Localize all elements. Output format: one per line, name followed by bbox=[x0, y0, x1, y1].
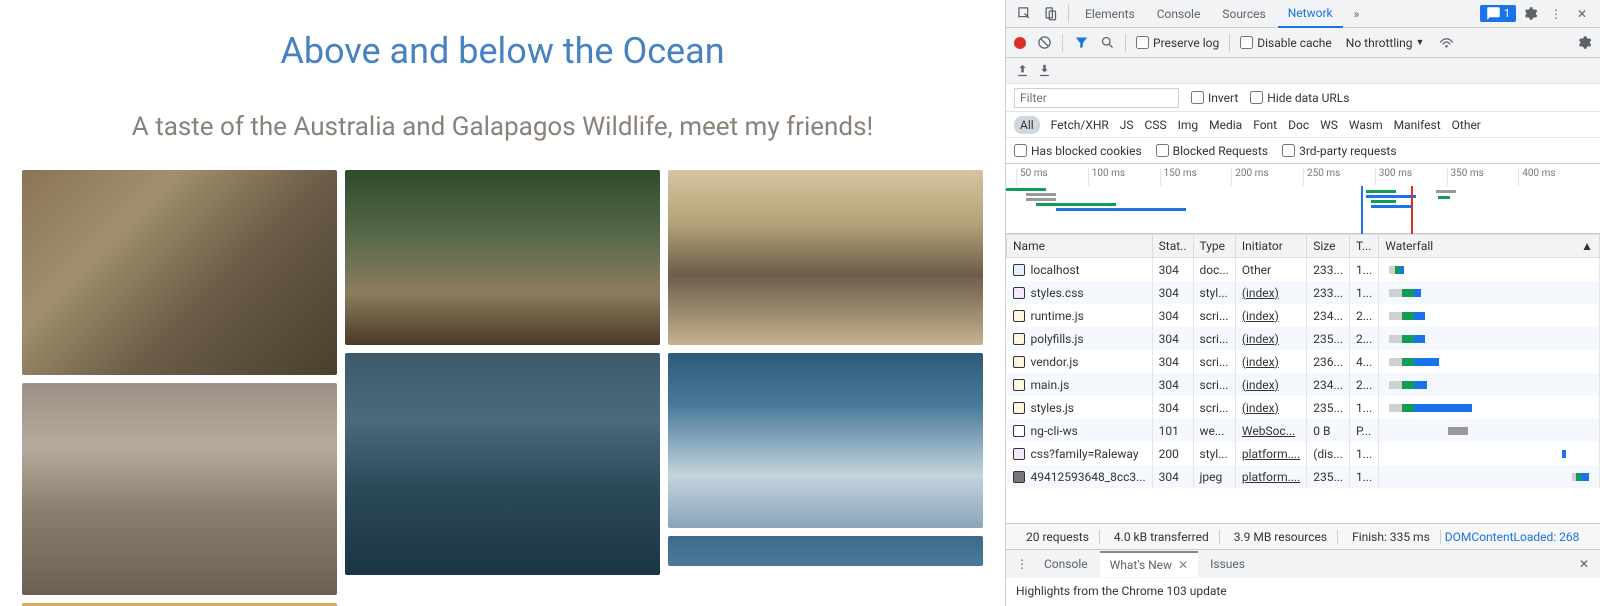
kebab-icon[interactable]: ⋮ bbox=[1544, 2, 1568, 26]
web-page: Above and below the Ocean A taste of the… bbox=[0, 0, 1005, 606]
image-gallery bbox=[22, 170, 983, 606]
network-row[interactable]: vendor.js 304 scri... (index) 236... 4..… bbox=[1007, 350, 1600, 373]
disable-cache-checkbox[interactable]: Disable cache bbox=[1240, 36, 1332, 50]
gallery-image[interactable] bbox=[345, 170, 660, 345]
type-filter-all[interactable]: All bbox=[1014, 116, 1040, 134]
network-row[interactable]: runtime.js 304 scri... (index) 234... 2.… bbox=[1007, 304, 1600, 327]
kebab-icon[interactable]: ⋮ bbox=[1012, 557, 1032, 571]
gallery-image[interactable] bbox=[22, 170, 337, 375]
thirdparty-checkbox[interactable]: 3rd-party requests bbox=[1282, 144, 1396, 158]
network-row[interactable]: polyfills.js 304 scri... (index) 235... … bbox=[1007, 327, 1600, 350]
type-filter-font[interactable]: Font bbox=[1253, 118, 1277, 132]
hide-dataurls-checkbox[interactable]: Hide data URLs bbox=[1250, 91, 1349, 105]
drawer: ⋮ Console What's New✕ Issues ✕ Highlight… bbox=[1006, 549, 1600, 606]
type-filter-manifest[interactable]: Manifest bbox=[1394, 118, 1441, 132]
col-status[interactable]: Stat.. bbox=[1152, 235, 1193, 258]
clear-icon[interactable] bbox=[1036, 35, 1052, 51]
har-toolbar bbox=[1006, 58, 1600, 84]
tab-sources[interactable]: Sources bbox=[1212, 1, 1275, 27]
type-filter-fetch/xhr[interactable]: Fetch/XHR bbox=[1051, 118, 1109, 132]
gear-icon[interactable] bbox=[1576, 35, 1592, 51]
type-filter: All Fetch/XHR JS CSS Img Media Font Doc WS Wasm Ma… bbox=[1006, 112, 1600, 138]
network-row[interactable]: main.js 304 scri... (index) 234... 2... bbox=[1007, 373, 1600, 396]
type-filter-media[interactable]: Media bbox=[1209, 118, 1242, 132]
devtools-panel: Elements Console Sources Network » 1 ⋮ ✕… bbox=[1005, 0, 1600, 606]
devtools-tabs: Elements Console Sources Network » 1 ⋮ ✕ bbox=[1006, 0, 1600, 28]
status-finish: Finish: 335 ms bbox=[1342, 530, 1441, 544]
status-requests: 20 requests bbox=[1016, 530, 1100, 544]
timeline-overview[interactable]: 50 ms100 ms150 ms200 ms250 ms300 ms350 m… bbox=[1006, 164, 1600, 234]
network-row[interactable]: styles.js 304 scri... (index) 235... 1..… bbox=[1007, 396, 1600, 419]
close-icon[interactable]: ✕ bbox=[1574, 557, 1594, 571]
invert-checkbox[interactable]: Invert bbox=[1191, 91, 1238, 105]
gallery-image[interactable] bbox=[22, 383, 337, 595]
col-type[interactable]: Type bbox=[1193, 235, 1235, 258]
network-row[interactable]: localhost 304 doc... Other 233... 1... bbox=[1007, 258, 1600, 282]
blocked-cookies-checkbox[interactable]: Has blocked cookies bbox=[1014, 144, 1142, 158]
blocked-filter: Has blocked cookies Blocked Requests 3rd… bbox=[1006, 138, 1600, 164]
status-bar: 20 requests 4.0 kB transferred 3.9 MB re… bbox=[1006, 523, 1600, 549]
tab-console[interactable]: Console bbox=[1147, 1, 1211, 27]
gallery-image[interactable] bbox=[668, 536, 983, 566]
type-filter-wasm[interactable]: Wasm bbox=[1349, 118, 1383, 132]
type-filter-ws[interactable]: WS bbox=[1320, 118, 1338, 132]
filter-icon[interactable] bbox=[1073, 35, 1089, 51]
page-subtitle: A taste of the Australia and Galapagos W… bbox=[22, 112, 983, 142]
tab-elements[interactable]: Elements bbox=[1075, 1, 1145, 27]
download-icon[interactable] bbox=[1036, 63, 1052, 79]
network-row[interactable]: styles.css 304 styl... (index) 233... 1.… bbox=[1007, 281, 1600, 304]
close-icon[interactable]: ✕ bbox=[1570, 2, 1594, 26]
col-initiator[interactable]: Initiator bbox=[1235, 235, 1306, 258]
network-toolbar: Preserve log Disable cache No throttling… bbox=[1006, 28, 1600, 58]
type-filter-doc[interactable]: Doc bbox=[1288, 118, 1309, 132]
filter-input[interactable] bbox=[1014, 88, 1179, 108]
drawer-content: Highlights from the Chrome 103 update bbox=[1006, 578, 1600, 606]
preserve-log-checkbox[interactable]: Preserve log bbox=[1136, 36, 1219, 50]
close-icon[interactable]: ✕ bbox=[1178, 558, 1188, 572]
issues-badge[interactable]: 1 bbox=[1480, 5, 1516, 22]
device-toggle-icon[interactable] bbox=[1038, 2, 1062, 26]
type-filter-img[interactable]: Img bbox=[1178, 118, 1199, 132]
upload-icon[interactable] bbox=[1014, 63, 1030, 79]
page-title: Above and below the Ocean bbox=[22, 30, 983, 72]
record-button[interactable] bbox=[1014, 37, 1026, 49]
network-table: Name Stat.. Type Initiator Size T... Wat… bbox=[1006, 234, 1600, 523]
type-filter-other[interactable]: Other bbox=[1452, 118, 1481, 132]
col-waterfall[interactable]: Waterfall▲ bbox=[1379, 235, 1600, 258]
network-row[interactable]: ng-cli-ws 101 we... WebSoc... 0 B P... bbox=[1007, 419, 1600, 442]
gallery-image[interactable] bbox=[345, 353, 660, 575]
gallery-image[interactable] bbox=[668, 170, 983, 345]
network-row[interactable]: css?family=Raleway 200 styl... platform.… bbox=[1007, 442, 1600, 465]
gear-icon[interactable] bbox=[1518, 2, 1542, 26]
status-resources: 3.9 MB resources bbox=[1224, 530, 1338, 544]
drawer-tab-whatsnew[interactable]: What's New✕ bbox=[1100, 551, 1199, 577]
tab-network[interactable]: Network bbox=[1278, 0, 1343, 28]
col-name[interactable]: Name bbox=[1007, 235, 1153, 258]
status-dcl: DOMContentLoaded: 268 bbox=[1445, 530, 1580, 544]
inspect-icon[interactable] bbox=[1012, 2, 1036, 26]
filter-bar: Invert Hide data URLs bbox=[1006, 84, 1600, 112]
drawer-tab-console[interactable]: Console bbox=[1034, 552, 1098, 576]
col-time[interactable]: T... bbox=[1350, 235, 1379, 258]
network-row[interactable]: 49412593648_8cc3... 304 jpeg platform...… bbox=[1007, 465, 1600, 488]
type-filter-css[interactable]: CSS bbox=[1145, 118, 1167, 132]
status-transferred: 4.0 kB transferred bbox=[1104, 530, 1220, 544]
network-conditions-icon[interactable] bbox=[1438, 35, 1454, 51]
blocked-requests-checkbox[interactable]: Blocked Requests bbox=[1156, 144, 1268, 158]
search-icon[interactable] bbox=[1099, 35, 1115, 51]
gallery-image[interactable] bbox=[668, 353, 983, 528]
type-filter-js[interactable]: JS bbox=[1120, 118, 1134, 132]
throttling-select[interactable]: No throttling ▼ bbox=[1342, 34, 1429, 52]
more-tabs-icon[interactable]: » bbox=[1345, 2, 1369, 26]
drawer-tab-issues[interactable]: Issues bbox=[1200, 552, 1255, 576]
col-size[interactable]: Size bbox=[1307, 235, 1350, 258]
